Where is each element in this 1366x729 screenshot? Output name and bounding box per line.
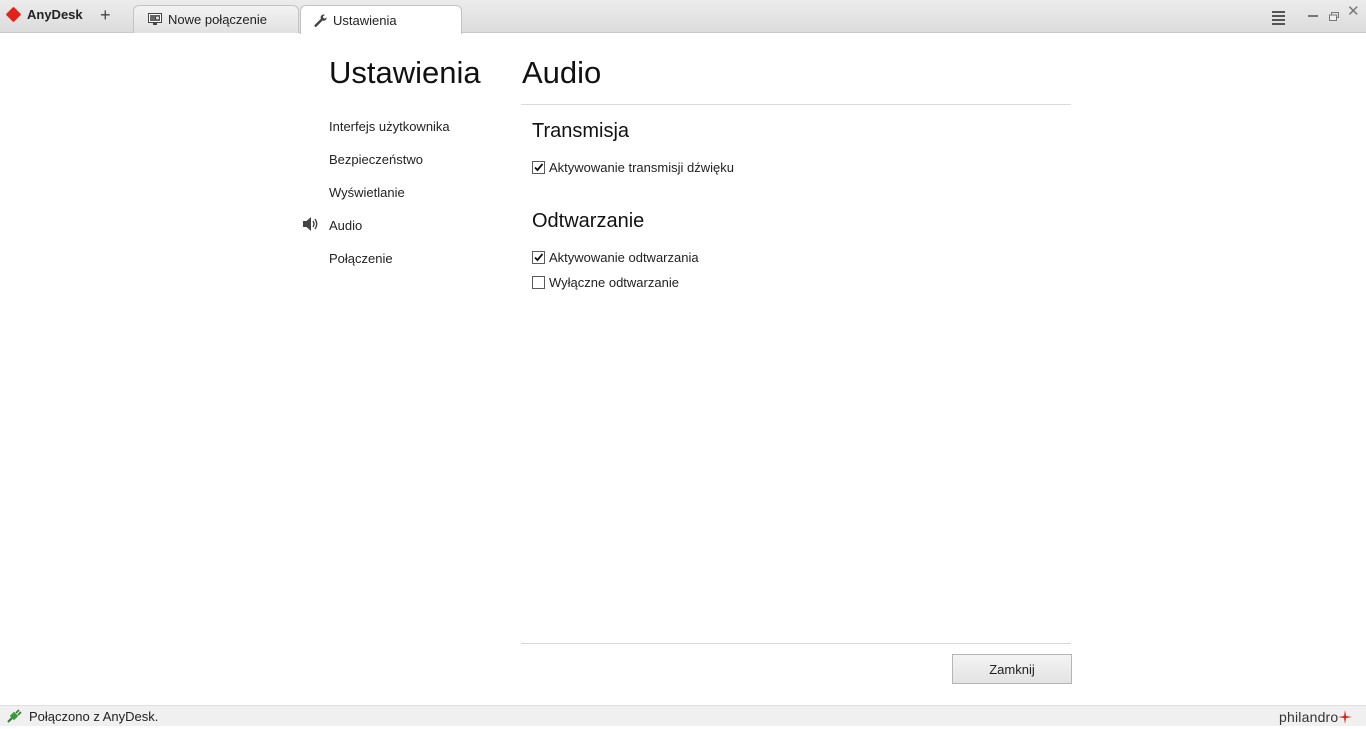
- nav-item-connection[interactable]: Połączenie: [329, 251, 509, 284]
- nav-item-label: Interfejs użytkownika: [329, 119, 450, 134]
- tab-label: Nowe połączenie: [168, 12, 268, 27]
- brand-text: philandro: [1279, 709, 1339, 725]
- new-tab-plus-icon[interactable]: +: [100, 6, 111, 24]
- status-bar: Połączono z AnyDesk. philandro: [0, 705, 1366, 726]
- wrench-icon: [313, 13, 327, 27]
- minimize-icon[interactable]: [1308, 15, 1318, 17]
- anydesk-logo-icon: [5, 6, 22, 22]
- restore-icon[interactable]: [1329, 8, 1339, 21]
- tab-settings[interactable]: Ustawienia: [300, 5, 462, 34]
- footer-divider: [521, 643, 1071, 644]
- close-button[interactable]: Zamknij: [952, 654, 1072, 684]
- app-name: AnyDesk: [27, 6, 83, 22]
- nav-item-security[interactable]: Bezpieczeństwo: [329, 152, 509, 185]
- app-menu-button[interactable]: AnyDesk: [5, 5, 83, 23]
- tab-new-connection[interactable]: Nowe połączenie: [133, 5, 299, 33]
- monitor-icon: [148, 13, 162, 27]
- nav-item-display[interactable]: Wyświetlanie: [329, 185, 509, 218]
- main-menu-icon[interactable]: [1272, 11, 1285, 27]
- option-label: Aktywowanie transmisji dźwięku: [549, 160, 734, 175]
- philandro-mark-icon: [1338, 710, 1353, 724]
- header-divider: [521, 104, 1071, 105]
- settings-nav: Interfejs użytkownika Bezpieczeństwo Wyś…: [303, 119, 509, 284]
- group-title-transmission: Transmisja: [532, 120, 630, 142]
- option-exclusive-playback[interactable]: Wyłączne odtwarzanie: [532, 275, 679, 290]
- option-label: Wyłączne odtwarzanie: [549, 275, 679, 290]
- group-title-playback: Odtwarzanie: [532, 210, 645, 232]
- checkbox-checked[interactable]: [532, 161, 545, 174]
- connected-plug-icon: [6, 709, 22, 729]
- nav-item-label: Wyświetlanie: [329, 185, 405, 200]
- speaker-icon: [302, 216, 320, 235]
- tab-bar: AnyDesk + Nowe połączenie Ustawienia ✕: [0, 0, 1366, 34]
- checkbox-checked[interactable]: [532, 251, 545, 264]
- tab-label: Ustawienia: [333, 12, 397, 28]
- checkbox-unchecked[interactable]: [532, 276, 545, 289]
- section-title: Audio: [522, 55, 602, 90]
- option-label: Aktywowanie odtwarzania: [549, 250, 699, 265]
- option-enable-playback[interactable]: Aktywowanie odtwarzania: [532, 250, 699, 265]
- close-window-icon[interactable]: ✕: [1347, 4, 1360, 19]
- nav-item-label: Bezpieczeństwo: [329, 152, 423, 167]
- nav-item-audio[interactable]: Audio: [303, 217, 509, 251]
- philandro-logo: philandro: [1279, 709, 1353, 725]
- settings-title: Ustawienia: [329, 55, 481, 90]
- nav-item-user-interface[interactable]: Interfejs użytkownika: [329, 119, 509, 152]
- option-enable-audio-transmission[interactable]: Aktywowanie transmisji dźwięku: [532, 160, 734, 175]
- nav-item-label: Połączenie: [329, 251, 393, 266]
- nav-item-label: Audio: [329, 218, 363, 233]
- status-text: Połączono z AnyDesk.: [29, 709, 159, 724]
